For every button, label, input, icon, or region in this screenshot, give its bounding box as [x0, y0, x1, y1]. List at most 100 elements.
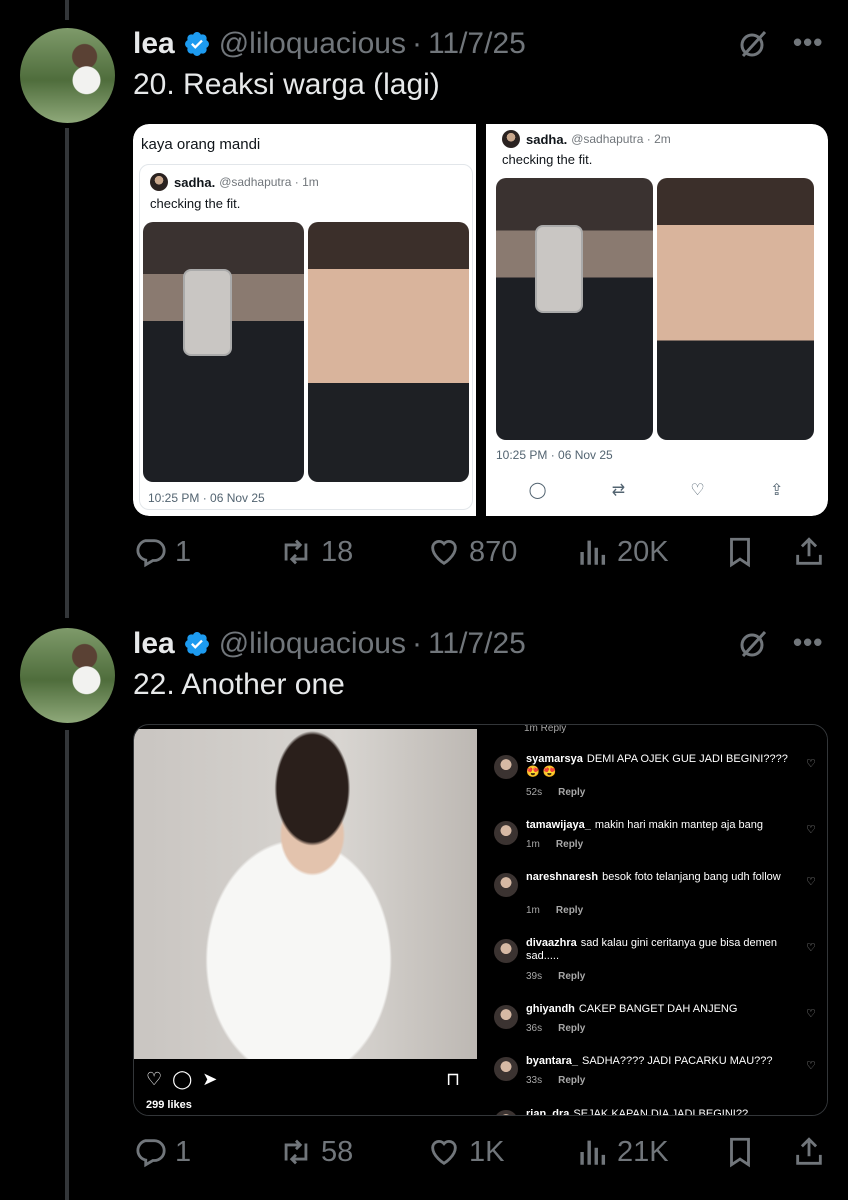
heart-icon: ♡	[146, 1069, 163, 1089]
quoted-name: sadha.	[174, 174, 216, 190]
share-icon: ⇪	[769, 482, 784, 499]
media-image-right[interactable]: sadha. @sadhaputra · 2m checking the fit…	[486, 124, 828, 516]
comment-meta: 1m Reply	[526, 905, 583, 916]
likes-count: 299 likes	[146, 1099, 192, 1111]
instagram-photo	[134, 729, 477, 1059]
display-name[interactable]: lea	[133, 627, 175, 661]
quoted-timestamp: 10:25 PM · 06 Nov 25	[148, 491, 265, 505]
reply-icon	[136, 1139, 166, 1168]
verified-badge-icon	[184, 32, 209, 56]
photo	[657, 178, 814, 440]
comment-icon: ◯	[172, 1069, 193, 1089]
retweet-count: 18	[321, 535, 354, 568]
comment-text: byantara_ SADHA???? JADI PACARKU MAU???	[526, 1055, 796, 1068]
avatar[interactable]	[20, 28, 115, 123]
tweet[interactable]: lea @liloquacious · 11/7/25 ••• 22. Anot…	[0, 600, 848, 1200]
views-icon	[580, 540, 606, 565]
tweet[interactable]: lea @liloquacious · 11/7/25 ••• 20. Reak…	[0, 0, 848, 615]
more-icon[interactable]: •••	[793, 628, 827, 660]
like-button[interactable]: 1K	[427, 1130, 504, 1174]
share-button[interactable]	[792, 530, 826, 574]
comment-time: 33s	[526, 1075, 543, 1086]
comment-user: ghiyandh	[526, 1003, 575, 1015]
reply-link: Reply	[555, 839, 584, 850]
retweet-icon	[284, 539, 308, 565]
comment-meta: 36s Reply	[526, 1023, 585, 1034]
reply-caption: kaya orang mandi	[141, 136, 261, 153]
tweet-header: lea @liloquacious · 11/7/25	[133, 624, 526, 664]
avatar[interactable]	[20, 628, 115, 723]
retweet-button[interactable]: 18	[279, 530, 353, 574]
tweet-text: 22. Another one	[133, 668, 345, 701]
comment-meta: 39s Reply	[526, 971, 585, 982]
comment-meta: 1m Reply	[524, 725, 567, 734]
reply-link: Reply	[558, 1023, 586, 1034]
like-count: 1K	[469, 1135, 505, 1168]
comment-meta: 1m Reply	[526, 839, 583, 850]
heart-icon: ♡	[806, 876, 816, 888]
comment-text: tamawijaya_ makin hari makin mantep aja b…	[526, 819, 796, 832]
comment-time: 39s	[526, 971, 543, 982]
comment-user: byantara_	[526, 1055, 578, 1067]
views-button[interactable]: 21K	[575, 1130, 669, 1174]
embedded-handle: @sadhaputra · 2m	[571, 132, 671, 146]
comment-text: syamarsya DEMI APA OJEK GUE JADI BEGINI??…	[526, 753, 796, 779]
reply-link: Reply	[558, 787, 586, 798]
heart-icon	[431, 1140, 457, 1166]
avatar	[150, 173, 168, 191]
avatar	[502, 130, 520, 148]
more-icon[interactable]: •••	[793, 28, 827, 60]
grok-icon[interactable]	[737, 628, 769, 660]
grok-icon[interactable]	[737, 28, 769, 60]
display-name[interactable]: lea	[133, 27, 175, 61]
reply-icon	[136, 539, 166, 568]
views-icon	[580, 1140, 606, 1165]
photo	[308, 222, 469, 482]
quoted-handle: @sadhaputra · 1m	[219, 175, 319, 189]
tweet-media[interactable]: kaya orang mandi sadha. @sadhaputra · 1m…	[133, 124, 828, 516]
comment-time: 36s	[526, 1023, 543, 1034]
share-icon	[796, 537, 822, 565]
comment-body: SADHA???? JADI PACARKU MAU???	[581, 1055, 773, 1067]
comment-text: divaazhra sad kalau gini ceritanya gue bi…	[526, 937, 796, 963]
comment-meta: 33s Reply	[526, 1075, 585, 1086]
share-button[interactable]	[792, 1130, 826, 1174]
avatar	[494, 1110, 518, 1115]
embedded-timestamp: 10:25 PM · 06 Nov 25	[496, 448, 613, 462]
comments-panel: 1m Reply syamarsya DEMI APA OJEK GUE JADI…	[488, 725, 827, 1116]
tweet-media[interactable]: ♡ ◯ ➤ ⊓ 299 likes 1m Reply syamarsya DEMI…	[133, 724, 828, 1116]
like-button[interactable]: 870	[427, 530, 517, 574]
views-button[interactable]: 20K	[575, 530, 669, 574]
reply-button[interactable]: 1	[133, 530, 191, 574]
send-icon: ➤	[202, 1069, 218, 1089]
separator-dot: ·	[411, 627, 422, 660]
timestamp[interactable]: 11/7/25	[428, 627, 526, 661]
media-image-left[interactable]: kaya orang mandi sadha. @sadhaputra · 1m…	[133, 124, 476, 516]
heart-icon	[431, 540, 457, 566]
bookmark-button[interactable]	[723, 1130, 757, 1174]
quoted-photos	[143, 222, 469, 482]
quoted-author: sadha. @sadhaputra · 1m	[150, 173, 319, 191]
retweet-button[interactable]: 58	[279, 1130, 353, 1174]
reply-icon: ◯	[528, 482, 547, 499]
view-count: 20K	[617, 535, 669, 568]
comment-user: nareshnaresh	[526, 871, 599, 883]
photo	[496, 178, 653, 440]
handle[interactable]: @liloquacious	[219, 627, 406, 661]
comment-body: CAKEP BANGET DAH ANJENG	[578, 1003, 738, 1015]
comment-user: rian_dra	[526, 1108, 570, 1116]
like-count: 870	[469, 535, 518, 568]
tweet-header: lea @liloquacious · 11/7/25	[133, 24, 526, 64]
timestamp[interactable]: 11/7/25	[428, 27, 526, 61]
heart-icon: ♡	[806, 824, 816, 836]
retweet-count: 58	[321, 1135, 354, 1168]
avatar	[494, 939, 518, 963]
tweet-actions: 1 18 870 20K	[133, 530, 828, 574]
handle[interactable]: @liloquacious	[219, 27, 406, 61]
comment-time: 1m	[526, 839, 540, 850]
reply-button[interactable]: 1	[133, 1130, 191, 1174]
reply-link: Reply	[558, 971, 586, 982]
bookmark-icon	[730, 537, 750, 568]
quoted-text: checking the fit.	[150, 196, 241, 211]
bookmark-button[interactable]	[723, 530, 757, 574]
